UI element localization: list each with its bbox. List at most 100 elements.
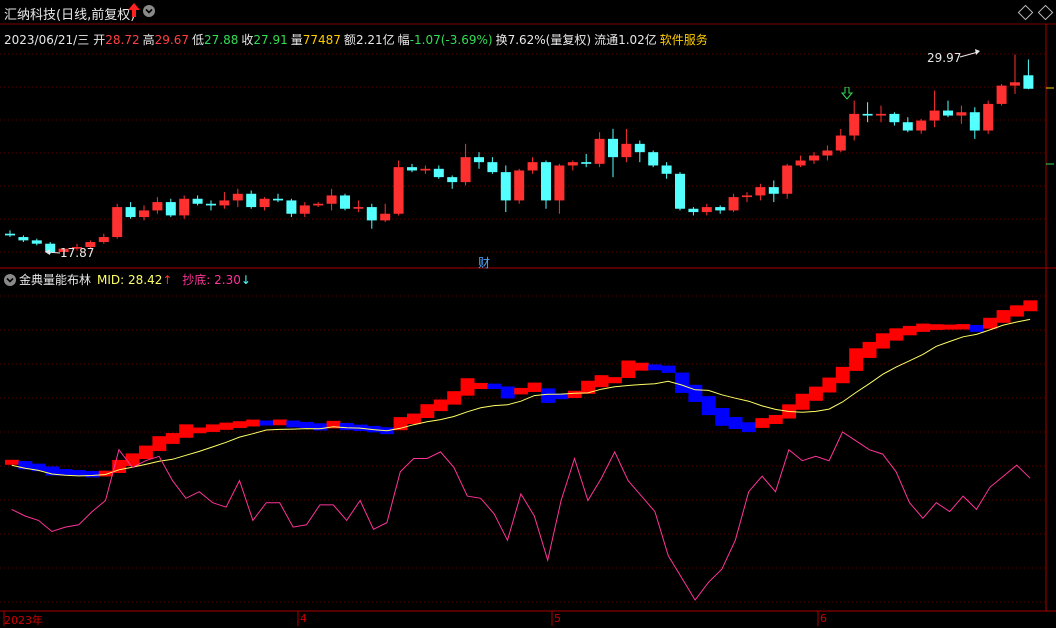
band-block — [916, 323, 931, 332]
candle-body — [112, 207, 123, 238]
candle-body — [835, 135, 846, 151]
band-block — [969, 324, 984, 332]
green-down-arrow-icon[interactable] — [840, 86, 854, 103]
band-block — [1023, 300, 1038, 312]
candle-body — [219, 200, 230, 206]
candle-body — [500, 172, 511, 201]
band-block — [340, 422, 354, 431]
candle-body — [902, 122, 913, 131]
candle-body — [943, 110, 953, 116]
band-block — [179, 424, 194, 438]
candle-body — [755, 187, 766, 196]
max-price-label: 29.97 — [927, 51, 962, 65]
bottom-down-arrow-icon: ↓ — [240, 273, 251, 287]
candle-body — [460, 157, 471, 183]
band-block — [192, 427, 207, 434]
candle-body — [380, 213, 391, 221]
band-block — [902, 325, 917, 336]
chevron-down-icon[interactable] — [4, 274, 16, 286]
mid-label: MID: — [97, 273, 125, 287]
candle-body — [675, 173, 685, 209]
band-block — [219, 422, 234, 430]
band-block — [125, 453, 140, 467]
candle-body — [447, 177, 458, 183]
finance-event-badge[interactable]: 财 — [478, 254, 490, 271]
candle-body — [273, 198, 283, 201]
band-block — [259, 420, 274, 426]
candle-body — [768, 187, 779, 194]
band-block — [447, 391, 462, 405]
candle-body — [45, 243, 56, 253]
candle-body — [742, 195, 752, 198]
band-block — [701, 396, 716, 416]
candle-body — [541, 162, 551, 201]
candle-body — [125, 207, 136, 218]
band-block — [755, 418, 770, 428]
band-block — [567, 390, 582, 398]
candle-body — [18, 237, 29, 241]
candle-body — [313, 203, 324, 206]
band-block — [715, 407, 730, 426]
candle-body — [514, 170, 525, 201]
candle-body — [634, 143, 645, 153]
candle-body — [648, 152, 659, 166]
band-block — [433, 399, 448, 412]
band-block — [232, 421, 247, 429]
candle-body — [152, 202, 163, 211]
band-block — [72, 470, 86, 476]
candle-body — [420, 168, 431, 171]
band-block — [98, 470, 113, 477]
band-block — [420, 404, 435, 419]
band-block — [246, 419, 261, 427]
band-block — [621, 360, 636, 378]
band-block — [956, 324, 971, 330]
band-block — [139, 445, 153, 460]
bottom-value: 2.30 — [214, 273, 241, 287]
band-block — [514, 387, 529, 395]
candle-body — [527, 162, 538, 171]
candle-body — [701, 207, 712, 213]
band-block — [460, 378, 475, 396]
candle-body — [956, 112, 967, 116]
band-block — [768, 414, 783, 424]
candle-body — [849, 113, 860, 136]
band-block — [876, 333, 890, 349]
band-block — [943, 324, 957, 330]
band-block — [299, 421, 314, 428]
candle-body — [326, 195, 337, 204]
band-block — [273, 419, 287, 426]
candle-body — [259, 198, 270, 208]
band-block — [152, 436, 167, 452]
candle-body — [715, 207, 726, 211]
candle-body — [407, 167, 417, 171]
band-block — [407, 413, 421, 425]
kline-chart[interactable] — [0, 0, 1056, 626]
bottom-line — [11, 431, 1031, 601]
candle-body — [286, 200, 297, 214]
candle-body — [366, 207, 377, 221]
candle-body — [567, 162, 578, 166]
max-pointer — [959, 51, 979, 58]
band-block — [594, 375, 609, 388]
candle-body — [809, 155, 819, 161]
band-block — [983, 317, 998, 329]
band-block — [862, 341, 877, 358]
band-block — [500, 386, 515, 399]
band-block — [165, 433, 180, 444]
candle-body — [661, 165, 672, 174]
candle-body — [996, 85, 1007, 104]
band-block — [835, 366, 850, 384]
candle-body — [474, 157, 484, 163]
candle-body — [862, 113, 873, 116]
band-block — [688, 384, 703, 402]
candle-body — [433, 168, 444, 178]
indicator-name[interactable]: 金典量能布林 — [19, 273, 91, 287]
candle-body — [969, 112, 980, 131]
band-block — [822, 377, 837, 393]
candle-body — [1010, 82, 1020, 86]
indicator-header: 金典量能布林 MID: 28.42↑ 抄底: 2.30↓ — [4, 271, 251, 288]
candle-body — [340, 195, 350, 209]
candle-body — [621, 143, 632, 158]
band-block — [634, 362, 649, 371]
band-block — [527, 382, 542, 392]
